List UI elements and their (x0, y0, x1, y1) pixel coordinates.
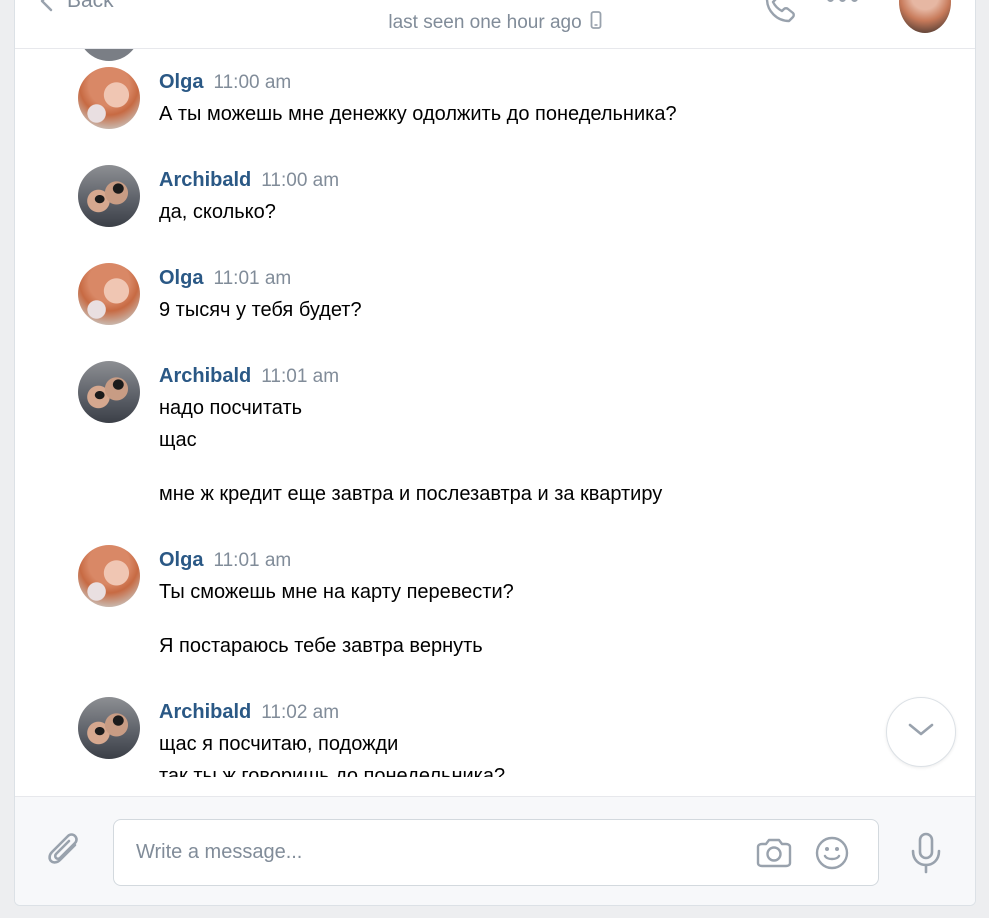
avatar[interactable] (78, 263, 140, 325)
mobile-phone-icon (590, 11, 602, 35)
message-text: так ты ж говоришь до понедельника? (159, 765, 506, 777)
message-time[interactable]: 11:00 am (213, 72, 291, 93)
message-text: Я постараюсь тебе завтра вернуть (159, 635, 483, 657)
chat-header: Back last seen one hour ago (15, 0, 975, 49)
message-author[interactable]: Olga (159, 267, 203, 289)
message-time[interactable]: 11:00 am (261, 170, 339, 191)
contact-status: last seen one hour ago (15, 11, 975, 35)
paperclip-icon (45, 833, 85, 877)
message-time[interactable]: 11:01 am (213, 550, 291, 571)
camera-icon (754, 838, 794, 875)
message-text: Ты сможешь мне на карту перевести? (159, 581, 514, 603)
call-button[interactable] (759, 0, 799, 30)
smile-icon (814, 836, 850, 875)
voice-message-button[interactable] (908, 831, 944, 880)
message-author[interactable]: Archibald (159, 701, 251, 723)
message-text: щас (159, 429, 197, 451)
message-history[interactable]: Olga 11:00 am А ты можешь мне денежку одо… (15, 49, 975, 777)
message-author[interactable]: Archibald (159, 169, 251, 191)
message-text: щас я посчитаю, подожди (159, 733, 399, 755)
message-author[interactable]: Olga (159, 71, 203, 93)
more-icon[interactable] (827, 0, 858, 2)
message-text: 9 тысяч у тебя будет? (159, 299, 362, 321)
message-author[interactable]: Olga (159, 549, 203, 571)
avatar[interactable] (78, 165, 140, 227)
message-input-box[interactable] (113, 819, 879, 886)
message-text: А ты можешь мне денежку одолжить до поне… (159, 103, 677, 125)
status-text: last seen one hour ago (388, 12, 582, 33)
avatar[interactable] (78, 361, 140, 423)
avatar[interactable] (78, 67, 140, 129)
message-text: мне ж кредит еще завтра и послезавтра и … (159, 483, 663, 505)
message-composer (15, 796, 975, 905)
message-text: да, сколько? (159, 201, 276, 223)
avatar[interactable] (78, 49, 140, 61)
message-time[interactable]: 11:01 am (213, 268, 291, 289)
message-text: надо посчитать (159, 397, 303, 419)
avatar[interactable] (78, 545, 140, 607)
message-time[interactable]: 11:02 am (261, 702, 339, 723)
phone-call-icon (759, 0, 799, 29)
camera-button[interactable] (754, 835, 794, 876)
chat-panel: Back last seen one hour ago Olga 11:00 am… (14, 0, 976, 906)
avatar[interactable] (78, 697, 140, 759)
message-time[interactable]: 11:01 am (261, 366, 339, 387)
attach-button[interactable] (45, 831, 85, 878)
microphone-icon (908, 832, 944, 879)
emoji-button[interactable] (814, 835, 850, 876)
chevron-down-icon (908, 723, 934, 742)
message-input[interactable] (136, 820, 736, 885)
scroll-down-button[interactable] (886, 697, 956, 767)
message-author[interactable]: Archibald (159, 365, 251, 387)
